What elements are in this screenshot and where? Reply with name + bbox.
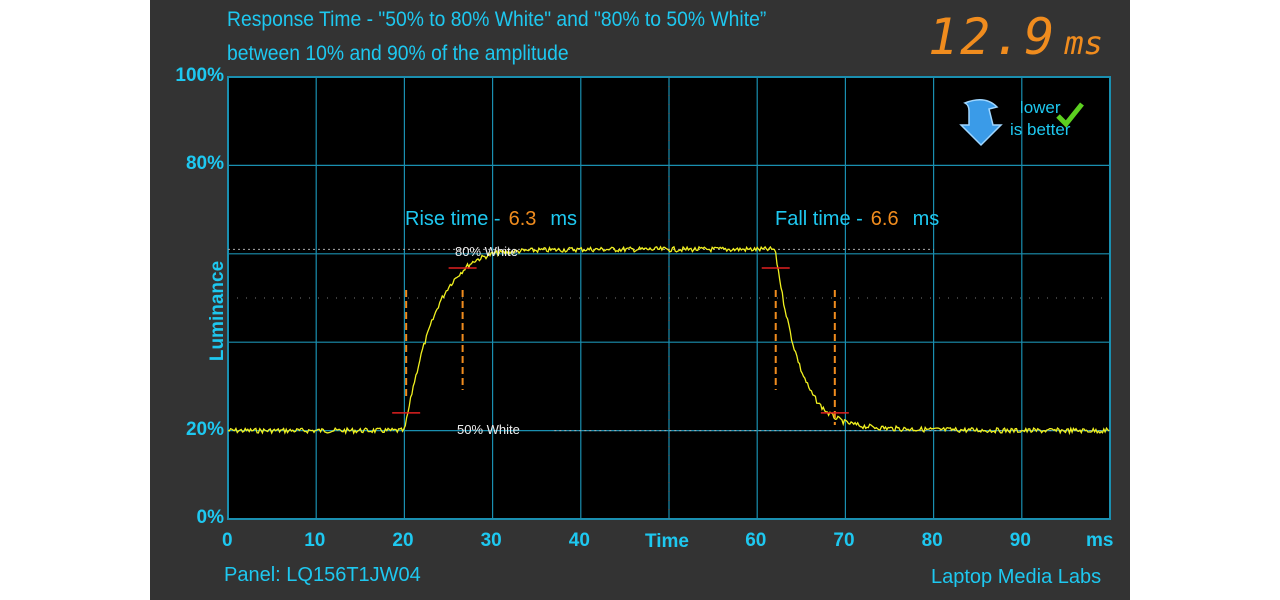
x-tick-label: 90 [1009,530,1031,551]
y-tick-label: 20% [185,418,224,440]
y-tick-label: 80% [185,153,224,175]
level-label-80: 80% White [455,244,518,259]
checkmark-icon [1056,102,1084,128]
panel-model: Panel: LQ156T1JW04 [224,564,421,586]
fall-time-annotation: Fall time - 6.6 ms [775,208,939,231]
x-tick-label: 80 [921,530,943,551]
x-tick-label: 30 [480,530,502,551]
y-tick-label: 0% [196,507,224,528]
level-label-50: 50% White [457,422,520,437]
x-tick-label: 40 [568,530,590,551]
x-unit-label: ms [1086,530,1114,551]
fall-unit: ms [912,208,940,230]
rise-value: 6.3 [508,208,537,230]
rise-time-annotation: Rise time - 6.3 ms [405,208,577,231]
x-tick-label: 10 [304,530,326,551]
x-tick-label: 60 [745,530,767,551]
y-tick-label: 100% [175,65,224,86]
x-axis-label: Time [645,531,690,552]
brand-label: Laptop Media Labs [931,566,1102,588]
waveform-plot [227,76,1111,520]
rise-label: Rise time - [405,208,501,230]
rise-unit: ms [550,208,578,230]
lower-is-better-badge: lower is better [955,95,1085,155]
x-tick-label: 20 [392,530,414,551]
x-tick-label: 70 [833,530,855,551]
y-axis-label: Luminance [207,260,229,362]
x-tick-label: 0 [222,530,233,551]
down-arrow-checkmark-icon [959,99,1003,147]
fall-label: Fall time - [775,208,863,230]
fall-value: 6.6 [870,208,899,230]
